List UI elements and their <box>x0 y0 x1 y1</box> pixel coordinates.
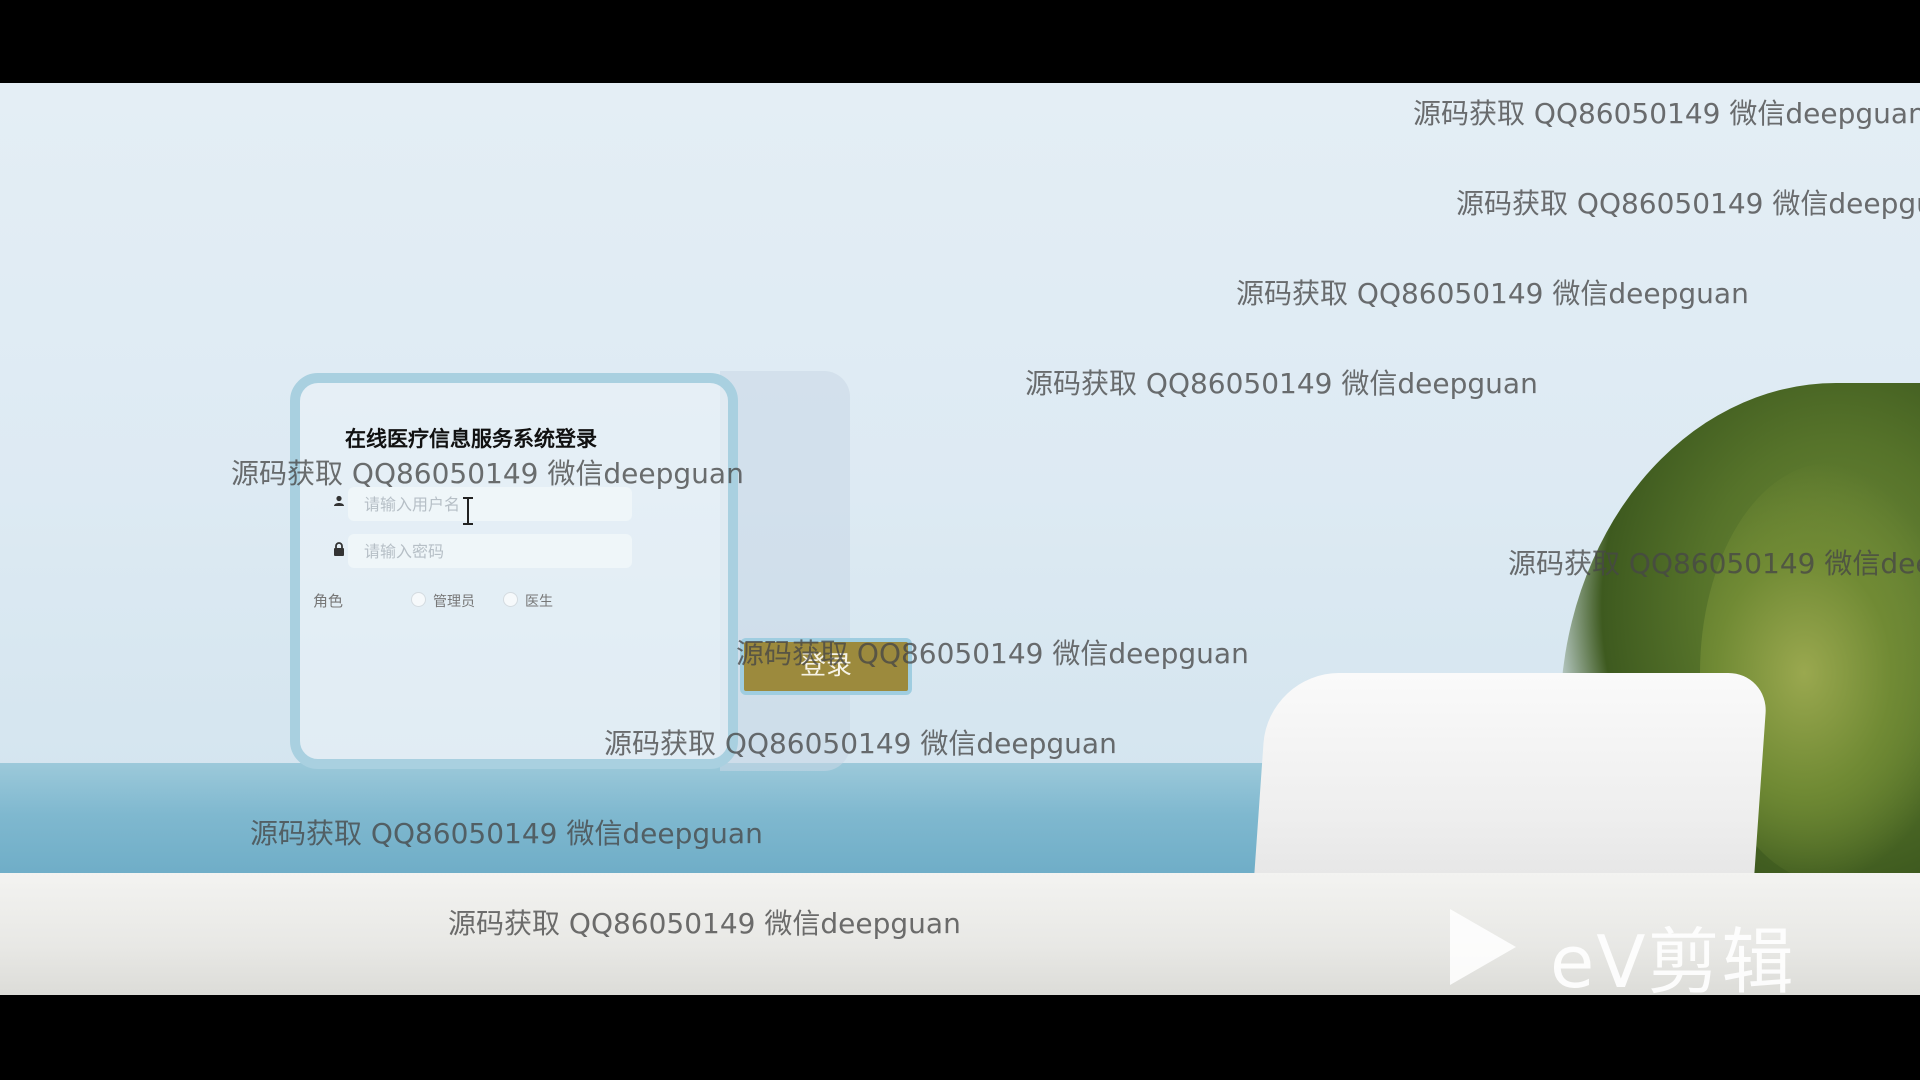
lock-icon <box>330 542 348 560</box>
card-shadow-panel <box>720 371 850 771</box>
radio-doctor[interactable] <box>503 592 518 607</box>
login-title: 在线医疗信息服务系统登录 <box>345 427 597 451</box>
password-input[interactable] <box>348 534 632 568</box>
watermark-text: 源码获取 QQ86050149 微信deepguan <box>1508 547 1920 580</box>
username-input[interactable] <box>348 487 632 521</box>
role-selector: 角色 管理员 医生 <box>313 588 693 612</box>
video-frame: 在线医疗信息服务系统登录 角色 管理员 医生 登录 源码获取 QQ8605014… <box>0 83 1920 995</box>
watermark-text: 源码获取 QQ86050149 微信deepguan <box>250 817 763 850</box>
radio-admin-label[interactable]: 管理员 <box>433 591 475 611</box>
password-row <box>330 534 670 568</box>
watermark-text: 源码获取 QQ86050149 微信deepguan <box>1456 187 1920 220</box>
watermark-text: 源码获取 QQ86050149 微信deepguan <box>231 457 744 490</box>
ev-editor-logo: eV剪辑 <box>1450 903 1830 995</box>
ev-logo-text: eV剪辑 <box>1550 920 1796 995</box>
watermark-text: 源码获取 QQ86050149 微信deepguan <box>1236 277 1749 310</box>
user-icon <box>330 495 348 513</box>
radio-admin[interactable] <box>411 592 426 607</box>
watermark-text: 源码获取 QQ86050149 微信deepguan <box>604 727 1117 760</box>
watermark-text: 源码获取 QQ86050149 微信deepguan <box>1413 97 1920 130</box>
text-cursor-icon <box>463 497 473 525</box>
login-card: 在线医疗信息服务系统登录 角色 管理员 医生 <box>290 373 738 769</box>
watermark-text: 源码获取 QQ86050149 微信deepguan <box>736 637 1249 670</box>
watermark-text: 源码获取 QQ86050149 微信deepguan <box>1025 367 1538 400</box>
username-row <box>330 487 670 521</box>
radio-doctor-label[interactable]: 医生 <box>525 591 553 611</box>
play-icon <box>1450 909 1516 985</box>
watermark-text: 源码获取 QQ86050149 微信deepguan <box>448 907 961 940</box>
role-label: 角色 <box>313 592 344 610</box>
